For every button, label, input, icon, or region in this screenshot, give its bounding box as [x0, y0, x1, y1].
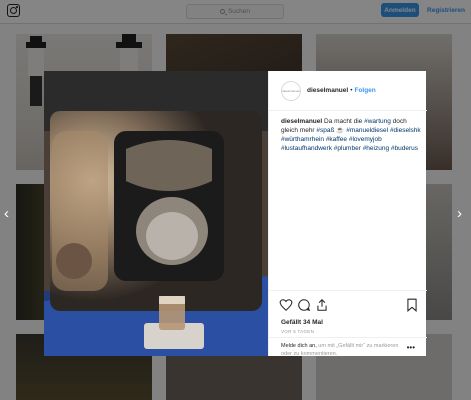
post-header: dieselmanuel dieselmanuel • Folgen	[269, 71, 427, 111]
hashtag-link[interactable]: #lustaufhandwerk	[281, 145, 332, 152]
caption-text-segment: ☕	[334, 127, 347, 134]
more-options-icon[interactable]: •••	[407, 344, 415, 352]
heart-icon[interactable]	[279, 298, 293, 312]
likes-count[interactable]: Gefällt 34 Mal	[281, 319, 323, 326]
avatar[interactable]: dieselmanuel	[281, 80, 301, 101]
chevron-left-icon[interactable]: ‹	[4, 205, 9, 222]
post-photo[interactable]	[44, 71, 268, 356]
hashtag-link[interactable]: #wartung	[364, 118, 391, 125]
username-link[interactable]: dieselmanuel	[307, 87, 348, 94]
login-prompt: Melde dich an, um mit „Gefällt mir“ zu m…	[269, 337, 427, 357]
separator: •	[350, 87, 353, 94]
comment-icon[interactable]	[297, 298, 311, 312]
hashtag-link[interactable]: #dieselshk	[390, 127, 421, 134]
share-icon[interactable]	[315, 298, 329, 312]
post-details-panel: dieselmanuel dieselmanuel • Folgen diese…	[268, 71, 427, 357]
hashtag-link[interactable]: #heizung	[363, 145, 389, 152]
login-prompt-text: Melde dich an, um mit „Gefällt mir“ zu m…	[281, 343, 401, 358]
hashtag-link[interactable]: #manueldiesel	[346, 127, 388, 134]
caption-text-segment: Da macht die	[322, 118, 365, 125]
caption-username[interactable]: dieselmanuel	[281, 118, 322, 125]
hashtag-link[interactable]: #buderus	[391, 145, 418, 152]
post-timestamp: VOR 5 TAGEN	[281, 329, 315, 334]
chevron-right-icon[interactable]: ›	[457, 205, 462, 222]
post-caption: dieselmanuel Da macht die #wartung doch …	[281, 117, 421, 153]
bookmark-icon[interactable]	[405, 298, 419, 312]
hashtag-link[interactable]: #kaffee	[326, 136, 347, 143]
post-modal: dieselmanuel dieselmanuel • Folgen diese…	[44, 71, 427, 357]
follow-button[interactable]: Folgen	[354, 87, 375, 94]
hashtag-link[interactable]: #plumber	[334, 145, 361, 152]
hashtag-link[interactable]: #würthamrhein	[281, 136, 324, 143]
post-actions: Gefällt 34 Mal VOR 5 TAGEN Melde dich an…	[269, 290, 427, 357]
hashtag-link[interactable]: #spaß	[316, 127, 334, 134]
login-link[interactable]: Melde dich an,	[281, 343, 317, 349]
action-icons-row	[279, 296, 419, 314]
hashtag-link[interactable]: #lovemyjob	[349, 136, 382, 143]
